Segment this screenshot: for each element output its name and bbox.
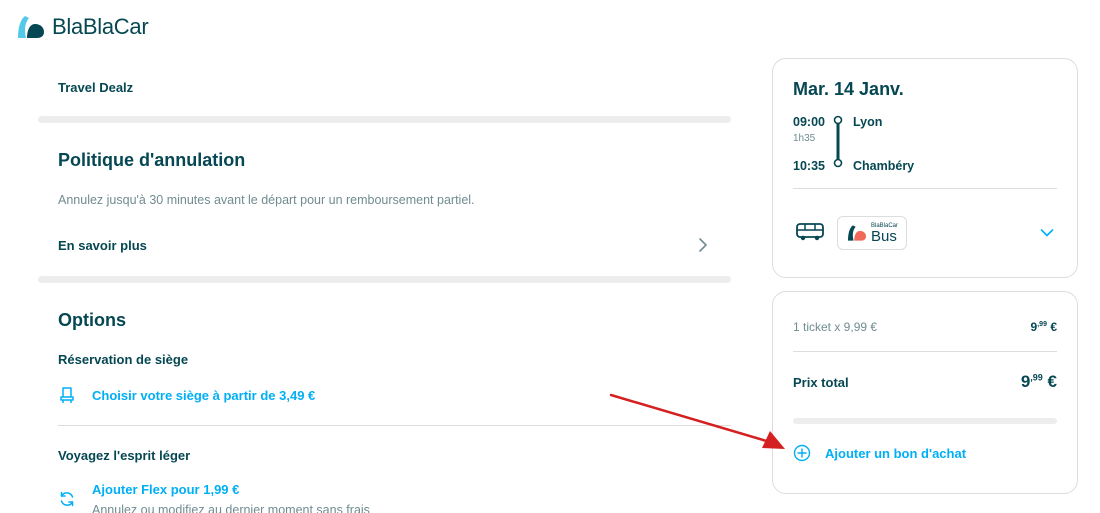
trip-summary-card: Mar. 14 Janv. 09:00 1h35 10:35 Lyon Cham…	[772, 58, 1078, 278]
plus-circle-icon	[793, 444, 811, 462]
departure-time: 09:00	[793, 115, 825, 129]
total-row: Prix total 9,99 €	[793, 372, 1057, 392]
ticket-price: 9,99 €	[1030, 320, 1057, 334]
ticket-line-row: 1 ticket x 9,99 € 9,99 €	[793, 320, 1057, 334]
options-divider	[58, 425, 731, 426]
cancellation-title: Politique d'annulation	[58, 150, 246, 170]
refresh-icon	[60, 491, 74, 507]
bus-icon	[796, 223, 824, 241]
learn-more-link[interactable]: En savoir plus	[58, 231, 708, 259]
trip-duration: 1h35	[793, 133, 816, 144]
blablacar-bus-logo-icon	[847, 225, 866, 241]
add-voucher-button[interactable]: Ajouter un bon d'achat	[793, 444, 966, 462]
light-travel-title: Voyagez l'esprit léger	[58, 448, 191, 463]
trip-date: Mar. 14 Janv.	[793, 79, 904, 99]
options-title: Options	[58, 310, 126, 330]
operator-big-label: Bus	[870, 227, 897, 245]
arrival-city: Chambéry	[853, 159, 915, 173]
brand-name: BlaBlaCar	[52, 14, 149, 39]
chevron-down-icon[interactable]	[1040, 228, 1054, 238]
price-divider	[793, 351, 1057, 352]
route-line	[833, 115, 843, 168]
price-progress-bar	[793, 418, 1057, 424]
operator-label: Travel Dealz	[58, 80, 134, 95]
seat-icon	[60, 387, 74, 403]
chevron-right-icon	[699, 238, 707, 252]
choose-seat-label: Choisir votre siège à partir de 3,49 €	[92, 387, 316, 403]
learn-more-label: En savoir plus	[58, 237, 147, 253]
flex-subtitle: Annulez ou modifiez au dernier moment sa…	[92, 503, 370, 513]
section-divider	[38, 276, 731, 283]
section-divider	[38, 116, 731, 123]
choose-seat-link[interactable]: Choisir votre siège à partir de 3,49 €	[58, 386, 315, 404]
operator-badge: BlaBlaCar Bus	[837, 216, 907, 250]
departure-city: Lyon	[853, 115, 883, 129]
trip-divider	[793, 188, 1057, 189]
total-price: 9,99 €	[1020, 372, 1057, 391]
add-flex-link[interactable]: Ajouter Flex pour 1,99 € Annulez ou modi…	[58, 482, 370, 513]
blablacar-logo[interactable]: BlaBlaCar	[16, 14, 149, 40]
add-voucher-label: Ajouter un bon d'achat	[825, 445, 967, 461]
add-flex-label: Ajouter Flex pour 1,99 €	[92, 482, 240, 497]
cancellation-description: Annulez jusqu'à 30 minutes avant le dépa…	[58, 193, 475, 207]
seat-reservation-title: Réservation de siège	[58, 352, 189, 367]
blablacar-logo-icon	[18, 16, 44, 38]
ticket-line-label: 1 ticket x 9,99 €	[793, 320, 878, 334]
price-summary-card: 1 ticket x 9,99 € 9,99 € Prix total 9,99…	[772, 291, 1078, 494]
total-label: Prix total	[793, 374, 849, 390]
arrival-time: 10:35	[793, 159, 825, 173]
